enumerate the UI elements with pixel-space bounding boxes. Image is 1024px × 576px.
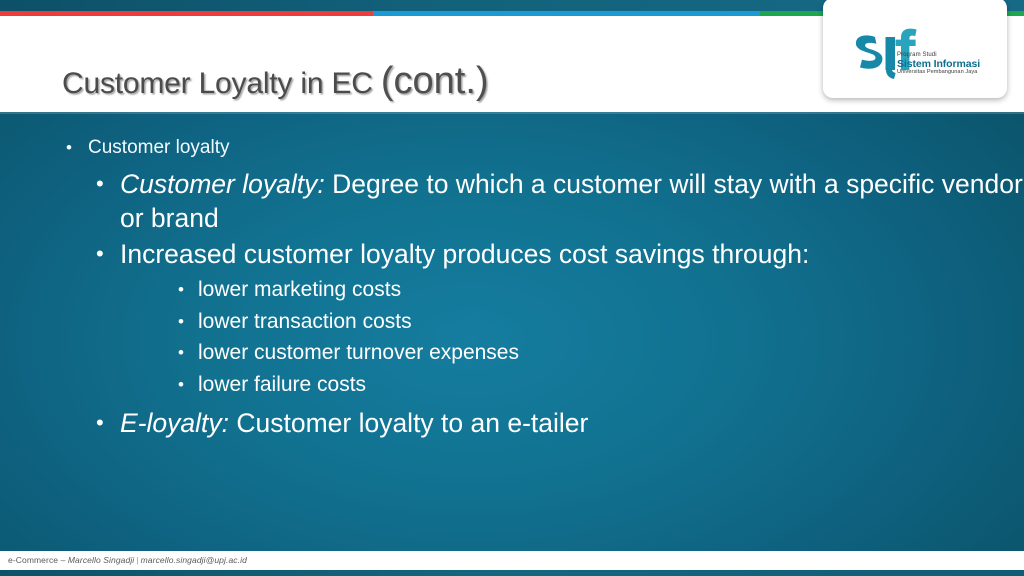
bullet-marker-icon: • <box>96 171 104 196</box>
slide-body: • Customer loyalty • Customer loyalty: Deg… <box>0 112 1024 551</box>
list-item: • lower customer turnover expenses <box>120 337 1024 369</box>
bullet-text: lower marketing costs <box>198 278 402 301</box>
bottom-accent-band <box>0 570 1024 576</box>
bullet-list-level-3: • lower marketing costs • lower transactio… <box>120 274 1024 400</box>
bullet-marker-icon: • <box>66 138 72 157</box>
bullet-text: lower customer turnover expenses <box>198 341 519 364</box>
bullet-emphasis: E-loyalty: <box>120 408 229 438</box>
slide-header: Customer Loyalty in EC (cont.) Program S… <box>0 0 1024 112</box>
bullet-list-level-2: • Customer loyalty: Degree to which a cus… <box>88 167 1024 440</box>
page-title-main: Customer Loyalty in EC <box>62 67 381 100</box>
logo-line-department: Sistem Informasi <box>897 57 981 70</box>
page-title: Customer Loyalty in EC (cont.) <box>62 60 489 103</box>
footer-course: e-Commerce – <box>8 555 68 565</box>
bullet-text: lower transaction costs <box>198 309 412 333</box>
bullet-emphasis: Customer loyalty: <box>120 169 325 199</box>
list-item: • lower marketing costs <box>120 274 1024 306</box>
bullet-text: Customer loyalty to an e-tailer <box>228 408 589 438</box>
slide-content: • Customer loyalty • Customer loyalty: Deg… <box>0 112 1024 442</box>
list-item: • Increased customer loyalty produces cos… <box>88 237 1024 400</box>
bullet-marker-icon: • <box>178 280 184 299</box>
footer-email: marcello.singadji@upj.ac.id <box>140 555 247 565</box>
presentation-slide: Customer Loyalty in EC (cont.) Program S… <box>0 0 1024 576</box>
bullet-text: lower failure costs <box>198 372 367 396</box>
institution-logo-card: Program Studi Sistem Informasi Universit… <box>823 0 1007 98</box>
slide-footer: e-Commerce – Marcello Singadji | marcello.… <box>0 551 1024 570</box>
bullet-marker-icon: • <box>178 311 184 331</box>
footer-author: Marcello Singadji <box>67 555 135 565</box>
bullet-text: Customer loyalty <box>88 137 230 158</box>
institution-logo: Program Studi Sistem Informasi Universit… <box>849 28 989 84</box>
bullet-marker-icon: • <box>96 241 104 266</box>
list-item: • lower failure costs <box>120 369 1024 401</box>
bullet-marker-icon: • <box>178 343 184 362</box>
footer-text: e-Commerce – Marcello Singadji | marcello.… <box>8 555 247 565</box>
logo-line-university: Universitas Pembangunan Jaya <box>897 69 978 75</box>
list-item: • lower transaction costs <box>120 306 1024 338</box>
bullet-marker-icon: • <box>178 374 184 394</box>
list-item: • E-loyalty: Customer loyalty to an e-tai… <box>88 406 1024 440</box>
bullet-list-level-1: • Customer loyalty • Customer loyalty: Deg… <box>0 134 1024 440</box>
list-item: • Customer loyalty • Customer loyalty: Deg… <box>0 134 1024 440</box>
bullet-marker-icon: • <box>96 410 104 435</box>
page-title-continuation: (cont.) <box>380 60 489 102</box>
bullet-text: Increased customer loyalty produces cost… <box>120 239 810 269</box>
logo-text-block: Program Studi Sistem Informasi Universit… <box>897 52 993 76</box>
list-item: • Customer loyalty: Degree to which a cus… <box>88 167 1024 235</box>
